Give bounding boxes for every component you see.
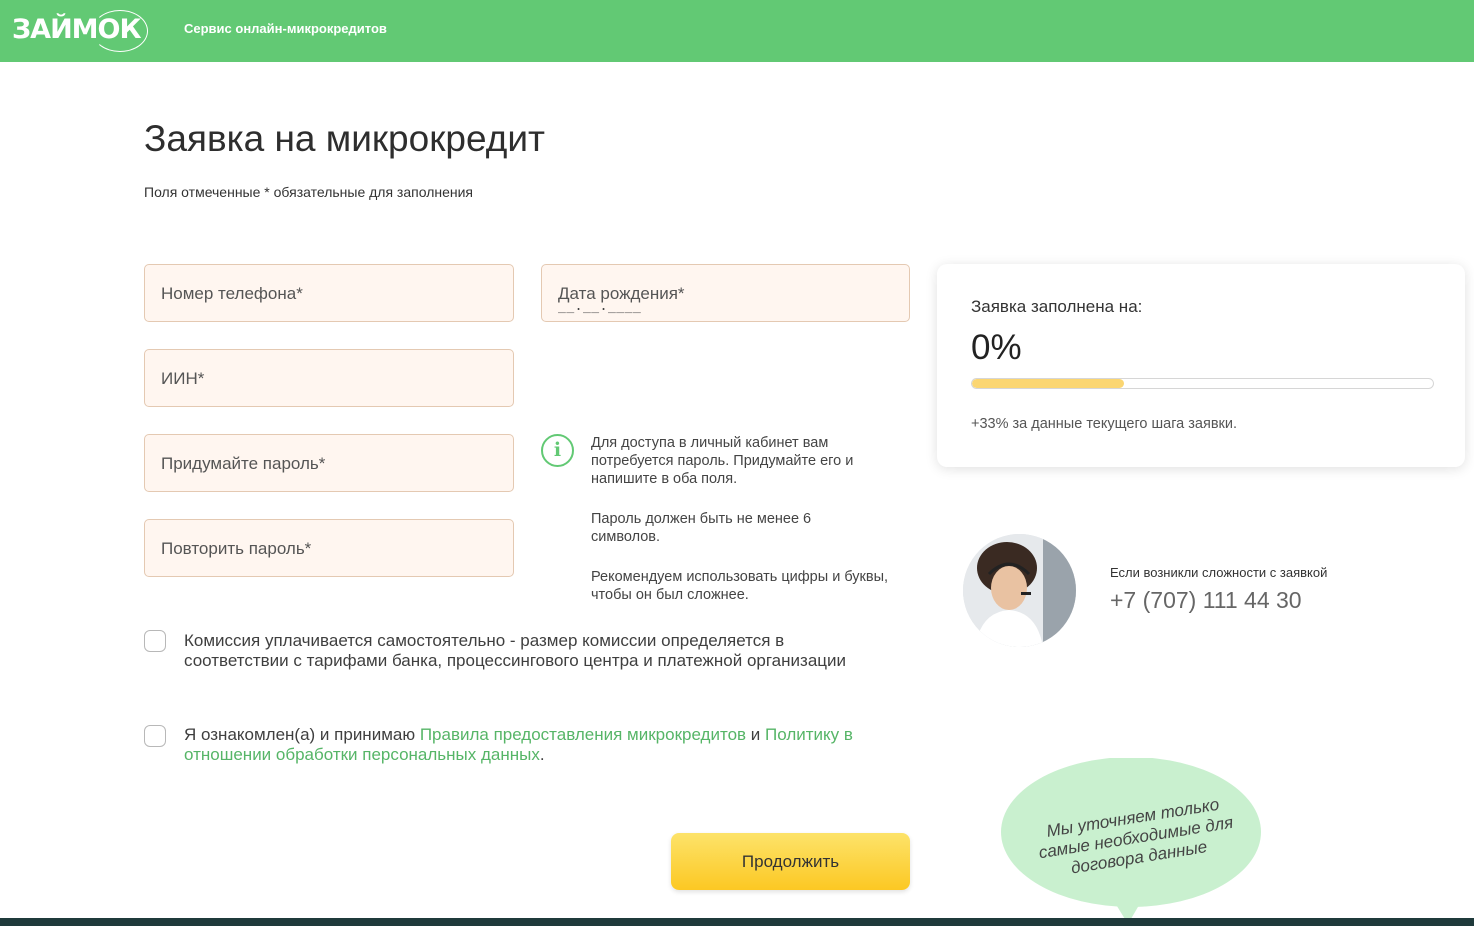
- agree-prefix: Я ознакомлен(а) и принимаю: [184, 725, 420, 744]
- support-phone[interactable]: +7 (707) 111 44 30: [1110, 587, 1302, 614]
- commission-text: Комиссия уплачивается самостоятельно - р…: [184, 631, 847, 670]
- birth-date-field[interactable]: Дата рождения* __.__.____: [541, 264, 910, 322]
- password-repeat-field[interactable]: Повторить пароль*: [144, 519, 514, 577]
- rules-link[interactable]: Правила предоставления микрокредитов: [420, 725, 746, 744]
- agree-suffix: .: [539, 745, 545, 764]
- logo-ring: [92, 10, 148, 52]
- iin-field[interactable]: ИИН*: [144, 349, 514, 407]
- logo[interactable]: ЗАЙМОК: [12, 10, 154, 54]
- password-field[interactable]: Придумайте пароль*: [144, 434, 514, 492]
- progress-card: Заявка заполнена на: 0% +33% за данные т…: [937, 264, 1465, 467]
- progress-label: Заявка заполнена на:: [971, 297, 1143, 316]
- page-subtitle: Поля отмеченные * обязательные для запол…: [144, 184, 474, 200]
- continue-button[interactable]: Продолжить: [671, 833, 910, 890]
- support-text: Если возникли сложности с заявкой: [1110, 565, 1328, 580]
- password-hint-3: Рекомендуем использовать цифры и буквы, …: [591, 569, 889, 603]
- password-repeat-placeholder: Повторить пароль*: [161, 539, 312, 558]
- progress-percent: 0%: [971, 328, 1022, 367]
- commission-checkbox[interactable]: [144, 630, 166, 652]
- password-hint-2: Пароль должен быть не менее 6 символов.: [591, 511, 812, 545]
- agree-text: Я ознакомлен(а) и принимаю Правила предо…: [184, 725, 914, 765]
- phone-placeholder: Номер телефона*: [161, 284, 303, 303]
- page-title: Заявка на микрокредит: [144, 118, 545, 159]
- phone-field[interactable]: Номер телефона*: [144, 264, 514, 322]
- progress-note: +33% за данные текущего шага заявки.: [971, 416, 1238, 432]
- header-tagline: Сервис онлайн-микрокредитов: [184, 21, 387, 36]
- site-header: ЗАЙМОК Сервис онлайн-микрокредитов: [0, 0, 1474, 62]
- footer-bar: [0, 918, 1474, 926]
- support-operator-avatar: [963, 534, 1076, 647]
- agree-checkbox[interactable]: [144, 725, 166, 747]
- password-placeholder: Придумайте пароль*: [161, 454, 326, 473]
- info-icon: i: [541, 434, 574, 467]
- progress-bar-fill: [972, 379, 1125, 388]
- agree-middle: и: [746, 725, 766, 744]
- birth-date-mask: __.__.____: [558, 299, 642, 314]
- progress-bar: [971, 378, 1434, 389]
- password-hint-1: Для доступа в личный кабинет вам потребу…: [591, 435, 854, 487]
- iin-placeholder: ИИН*: [161, 369, 205, 388]
